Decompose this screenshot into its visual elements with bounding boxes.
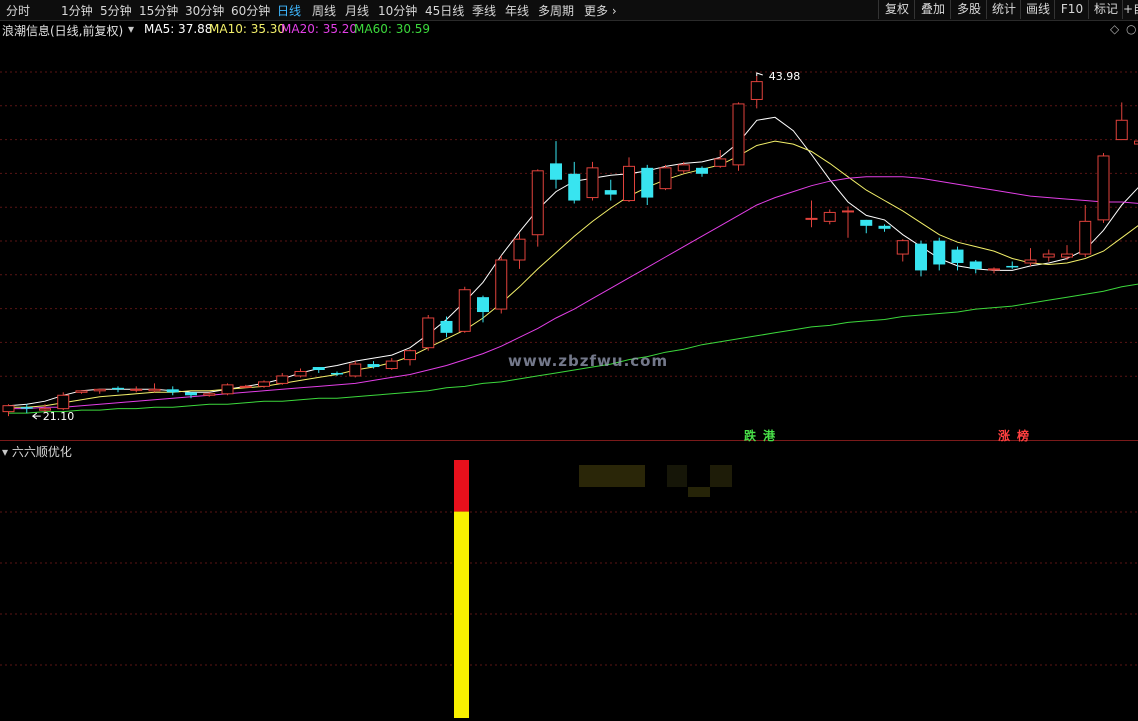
candle-body (604, 190, 617, 195)
signal-bar-red (454, 460, 469, 512)
price-annotations: 43.98 21.10 (31, 70, 801, 423)
candle-body (641, 167, 654, 198)
price-grid (0, 71, 1138, 377)
high-pointer (756, 72, 763, 76)
candle-body (933, 240, 946, 265)
candle-body (969, 261, 982, 269)
ma20-line (8, 176, 1138, 410)
faint-block (579, 465, 645, 487)
candle-body (367, 364, 380, 368)
candle-body (1134, 140, 1138, 145)
candle-body (495, 259, 508, 310)
candle-body (550, 163, 562, 180)
watermark: www.zbzfwu.com (508, 352, 669, 370)
candle-body (331, 372, 343, 375)
candle-body (2, 405, 15, 413)
faint-block (667, 465, 687, 487)
candle-body (568, 173, 581, 201)
candle-body (988, 268, 1000, 271)
candle-body (1061, 253, 1073, 258)
indicator-grid (0, 511, 1138, 666)
candle-body (750, 81, 763, 100)
candle-body (93, 388, 106, 392)
candle-body (422, 317, 435, 349)
candle-body (203, 393, 216, 396)
candle-body (130, 388, 143, 391)
candle-body (404, 350, 416, 361)
candle-body (185, 392, 197, 396)
high-price-label: 43.98 (769, 70, 801, 83)
candle-body (1006, 265, 1019, 268)
candle-body (458, 289, 471, 332)
candle-body (221, 384, 234, 395)
signal-bar-yellow (454, 511, 469, 718)
candle-body (1079, 220, 1092, 255)
candle-body (823, 211, 836, 222)
pane-separator[interactable] (0, 440, 1138, 441)
candle-body (385, 360, 398, 370)
indicator-title: ▾ 六六顺优化 (2, 443, 72, 460)
fall-marker-2: 港 (763, 429, 776, 443)
candle-body (896, 240, 909, 255)
candle-body (586, 167, 599, 199)
candle-body (166, 389, 179, 393)
rise-marker-2: 榜 (1017, 429, 1030, 443)
candle-body (714, 158, 727, 167)
candle-body (531, 170, 544, 236)
candle-body (349, 363, 362, 377)
fall-marker-1: 跌 (744, 429, 757, 443)
candle-body (732, 103, 745, 166)
candle-body (112, 387, 124, 390)
candle-body (312, 367, 325, 370)
indicator-bars (454, 460, 732, 718)
candle-body (239, 385, 252, 388)
candle-body (477, 297, 489, 313)
candle-body (57, 394, 70, 410)
candle-body (440, 320, 453, 333)
faint-block (688, 487, 710, 497)
candle-body (294, 370, 307, 377)
candle-body (659, 167, 672, 190)
candle-body (951, 249, 964, 263)
ma60-line (8, 283, 1138, 414)
rise-marker-1: 涨 (998, 429, 1011, 443)
candle-body (75, 390, 88, 393)
candle-body (842, 210, 854, 213)
candle-body (276, 375, 289, 384)
candle-body (623, 165, 635, 202)
candle-body (696, 167, 708, 174)
circle-chevron-down-icon[interactable]: ▾ (2, 445, 8, 459)
candle-body (1097, 155, 1110, 221)
candle-body (677, 164, 690, 172)
candle-body (860, 219, 873, 226)
candle-body (513, 238, 526, 261)
low-price-label: 21.10 (43, 410, 75, 423)
faint-block (710, 465, 732, 487)
candle-body (20, 407, 33, 409)
candle-body (915, 243, 927, 271)
candle-body (805, 217, 818, 220)
indicator-name: 六六顺优化 (11, 445, 72, 459)
low-pointer (31, 412, 41, 420)
candle-body (148, 388, 161, 392)
candle-body (258, 381, 270, 387)
candle-body (1024, 259, 1037, 264)
candle-body (878, 225, 891, 229)
candle-body (1042, 253, 1055, 258)
candle-body (1115, 119, 1128, 141)
